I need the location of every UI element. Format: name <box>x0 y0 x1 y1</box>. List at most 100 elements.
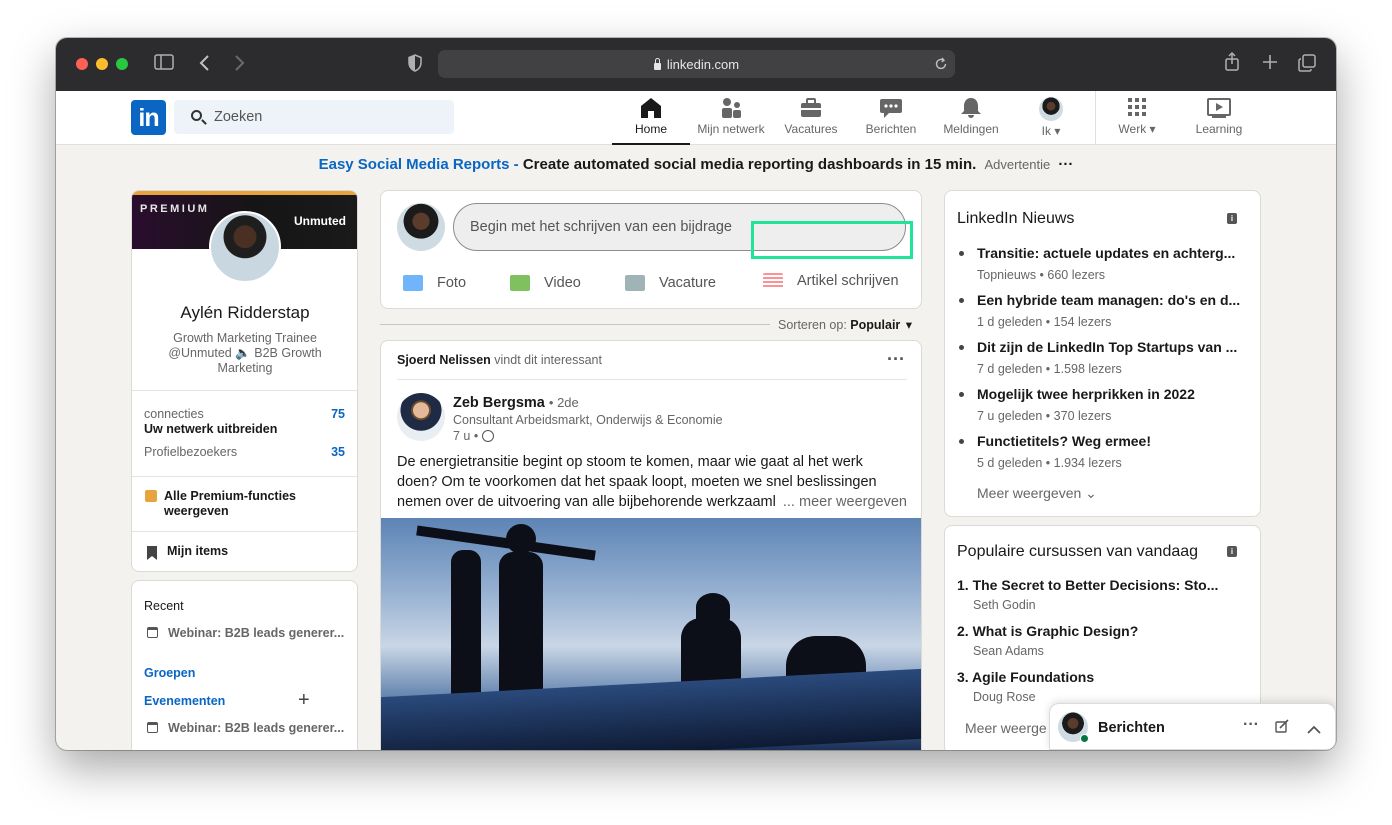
news-item-3[interactable]: Dit zijn de LinkedIn Top Startups van ..… <box>977 339 1237 355</box>
news-show-more-label: Meer weergeven <box>977 485 1082 501</box>
calendar-icon <box>147 627 158 638</box>
write-article-label: Artikel schrijven <box>797 273 899 289</box>
news-item-3-meta: 7 d geleden • 1.598 lezers <box>977 362 1122 376</box>
groups-link[interactable]: Groepen <box>144 666 195 680</box>
context-name[interactable]: Sjoerd Nelissen <box>397 353 491 367</box>
ad-link[interactable]: Easy Social Media Reports <box>319 156 510 173</box>
nav-jobs[interactable]: Vacatures <box>772 91 850 145</box>
profile-avatar[interactable] <box>209 211 281 283</box>
sort-control[interactable]: Sorteren op: Populair ▾ <box>778 317 912 332</box>
my-items-link[interactable]: Mijn items <box>167 544 228 558</box>
events-item[interactable]: Webinar: B2B leads generer... <box>168 721 344 735</box>
close-window-button[interactable] <box>76 58 88 70</box>
connections-label[interactable]: connecties <box>144 407 204 421</box>
composer-avatar[interactable] <box>397 203 445 251</box>
news-item-1[interactable]: Transitie: actuele updates en achterg... <box>977 245 1235 261</box>
author-avatar[interactable] <box>397 393 445 441</box>
online-status-icon <box>1080 734 1089 743</box>
news-item-5[interactable]: Functietitels? Weg ermee! <box>977 433 1151 449</box>
forward-icon[interactable] <box>233 54 245 77</box>
course-item-1[interactable]: 1. The Secret to Better Decisions: Sto..… <box>957 577 1218 593</box>
premium-icon <box>145 490 157 502</box>
course-item-3[interactable]: 3. Agile Foundations <box>957 669 1094 685</box>
address-bar[interactable]: linkedin.com <box>438 50 955 78</box>
compose-message-icon[interactable] <box>1275 719 1289 738</box>
post-author[interactable]: Zeb Bergsma <box>453 395 545 411</box>
recent-item[interactable]: Webinar: B2B leads generer... <box>168 626 344 640</box>
nav-network-label: Mijn netwerk <box>697 122 765 136</box>
tab-overview-icon[interactable] <box>1298 54 1316 77</box>
nav-messaging-label: Berichten <box>865 122 917 136</box>
nav-notifications[interactable]: Meldingen <box>932 91 1010 145</box>
search-placeholder: Zoeken <box>214 109 263 125</box>
privacy-shield-icon[interactable] <box>408 54 422 77</box>
recent-heading: Recent <box>144 599 184 613</box>
connections-sub[interactable]: Uw netwerk uitbreiden <box>144 422 277 436</box>
minimize-window-button[interactable] <box>96 58 108 70</box>
context-text: vindt dit interessant <box>490 353 602 367</box>
messaging-title[interactable]: Berichten <box>1098 720 1165 736</box>
photo-button[interactable]: Foto <box>403 271 466 295</box>
linkedin-global-nav: in Zoeken Home Mijn netwerk Vacatures Be… <box>56 91 1336 145</box>
post-time-line: 7 u • <box>453 429 494 443</box>
courses-show-more[interactable]: Meer weerge <box>965 720 1047 736</box>
nav-messaging[interactable]: Berichten <box>852 91 930 145</box>
nav-work[interactable]: Werk ▾ <box>1098 91 1176 145</box>
news-item-2[interactable]: Een hybride team managen: do's en d... <box>977 292 1240 308</box>
home-icon <box>639 97 663 119</box>
post-degree: • 2de <box>548 395 579 410</box>
ad-dash: - <box>509 156 523 173</box>
photo-icon <box>403 275 423 291</box>
ad-text[interactable]: Create automated social media reporting … <box>523 156 976 173</box>
more-options-icon[interactable]: ··· <box>887 350 905 368</box>
info-icon[interactable]: i <box>1227 546 1237 557</box>
connections-count[interactable]: 75 <box>331 407 345 421</box>
course-item-3-author: Doug Rose <box>973 690 1036 704</box>
nav-learning[interactable]: Learning <box>1180 91 1258 145</box>
course-item-2-author: Sean Adams <box>973 644 1044 658</box>
chevron-up-icon[interactable] <box>1307 721 1321 739</box>
reload-icon[interactable] <box>934 56 948 76</box>
nav-me[interactable]: Ik ▾ <box>1012 91 1090 145</box>
search-input[interactable]: Zoeken <box>174 100 454 134</box>
ad-more-button[interactable]: ··· <box>1058 156 1073 173</box>
job-button[interactable]: Vacature <box>625 271 716 295</box>
news-item-4[interactable]: Mogelijk twee herprikken in 2022 <box>977 386 1195 402</box>
nav-notifications-label: Meldingen <box>943 122 999 136</box>
calendar-icon <box>147 722 158 733</box>
premium-features-link[interactable]: Alle Premium-functies weergeven <box>164 489 334 519</box>
post-image[interactable] <box>381 518 921 750</box>
divider <box>397 379 907 380</box>
visitors-label[interactable]: Profielbezoekers <box>144 445 237 459</box>
nav-work-label: Werk ▾ <box>1098 122 1176 136</box>
messaging-more-icon[interactable]: ··· <box>1243 716 1259 734</box>
recent-card: Recent Webinar: B2B leads generer... Gro… <box>131 580 358 750</box>
visitors-count[interactable]: 35 <box>331 445 345 459</box>
profile-name[interactable]: Aylén Ridderstap <box>132 303 357 323</box>
grid-icon <box>1125 97 1149 119</box>
nav-work-text: Werk <box>1118 122 1147 136</box>
sidebar-icon[interactable] <box>154 54 174 75</box>
nav-home[interactable]: Home <box>612 91 690 145</box>
news-item-1-meta: Topnieuws • 660 lezers <box>977 268 1106 282</box>
add-event-icon[interactable]: + <box>298 690 310 710</box>
info-icon[interactable]: i <box>1227 213 1237 224</box>
new-tab-icon[interactable] <box>1262 54 1278 75</box>
bullet <box>959 345 964 350</box>
share-icon[interactable] <box>1224 51 1240 77</box>
zoom-window-button[interactable] <box>116 58 128 70</box>
events-link[interactable]: Evenementen <box>144 694 225 708</box>
nav-network[interactable]: Mijn netwerk <box>692 91 770 145</box>
news-show-more[interactable]: Meer weergeven ⌄ <box>977 485 1097 502</box>
write-article-button[interactable]: Artikel schrijven <box>763 269 899 293</box>
see-more-link[interactable]: ... meer weergeven <box>778 492 907 512</box>
video-button[interactable]: Video <box>510 271 581 295</box>
briefcase-icon <box>799 97 823 119</box>
nav-jobs-label: Vacatures <box>784 122 838 136</box>
divider <box>132 531 357 532</box>
linkedin-logo[interactable]: in <box>131 100 166 135</box>
messaging-overlay[interactable]: Berichten ··· <box>1049 703 1336 750</box>
back-icon[interactable] <box>199 54 211 77</box>
nav-home-label: Home <box>634 122 667 136</box>
course-item-2[interactable]: 2. What is Graphic Design? <box>957 623 1138 639</box>
